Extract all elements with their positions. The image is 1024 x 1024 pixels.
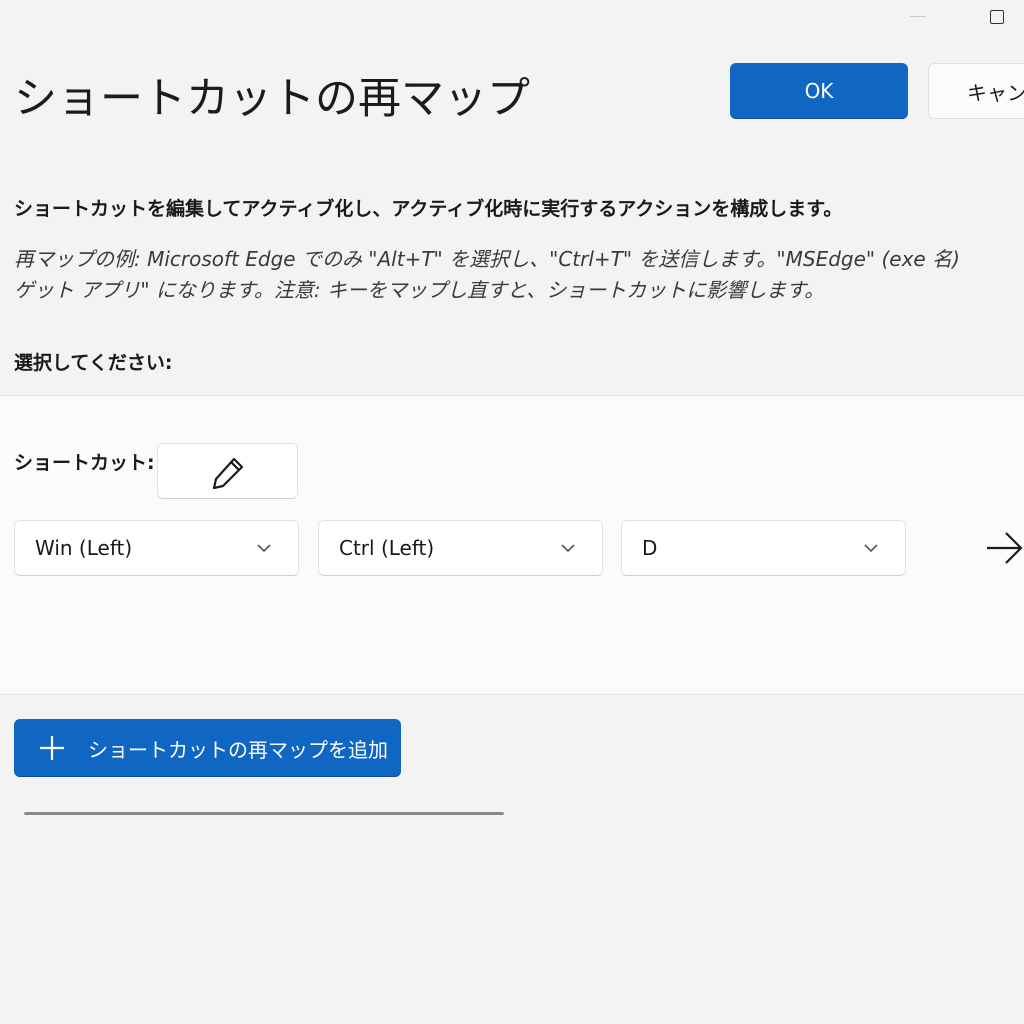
add-button-label: ショートカットの再マップを追加 [88,738,388,762]
chevron-down-icon [864,544,878,553]
key-dropdown-1[interactable]: Win (Left) [14,520,299,576]
example-text: 再マップの例: Microsoft Edge でのみ "Alt+T" を選択し、… [14,244,1024,306]
select-label: 選択してください: [14,352,173,374]
pencil-icon [212,457,244,490]
progress-fill [24,812,504,815]
ok-button[interactable]: OK [730,63,908,119]
shortcut-label: ショートカット: [14,452,155,474]
edit-shortcut-button[interactable] [157,443,298,499]
key-dropdown-value: D [642,536,658,560]
key-dropdown-3[interactable]: D [621,520,906,576]
add-shortcut-remap-button[interactable]: ショートカットの再マップを追加 [14,719,401,777]
key-dropdown-value: Win (Left) [35,536,133,560]
mapping-row-panel: ショートカット: Win (Left) Ctrl (Left) D [0,395,1024,695]
key-dropdown-value: Ctrl (Left) [339,536,435,560]
maximize-icon[interactable] [988,8,1006,26]
example-line-1: 再マップの例: Microsoft Edge でのみ "Alt+T" を選択し、… [14,247,960,271]
progress-bar [24,812,504,815]
chevron-down-icon [561,544,575,553]
remap-shortcuts-window: ショートカットの再マップ OK キャンセル ショートカットを編集してアクティブ化… [0,0,1024,1024]
page-title: ショートカットの再マップ [14,74,530,124]
description-text: ショートカットを編集してアクティブ化し、アクティブ化時に実行するアクションを構成… [14,198,843,220]
chevron-down-icon [257,544,271,553]
cancel-button[interactable]: キャンセル [928,63,1024,119]
plus-icon [40,736,64,760]
minimize-icon[interactable] [908,16,928,18]
example-line-2: ゲット アプリ" になります。注意: キーをマップし直すと、ショートカットに影響… [14,278,825,302]
key-dropdown-2[interactable]: Ctrl (Left) [318,520,603,576]
arrow-right-icon [987,532,1023,564]
